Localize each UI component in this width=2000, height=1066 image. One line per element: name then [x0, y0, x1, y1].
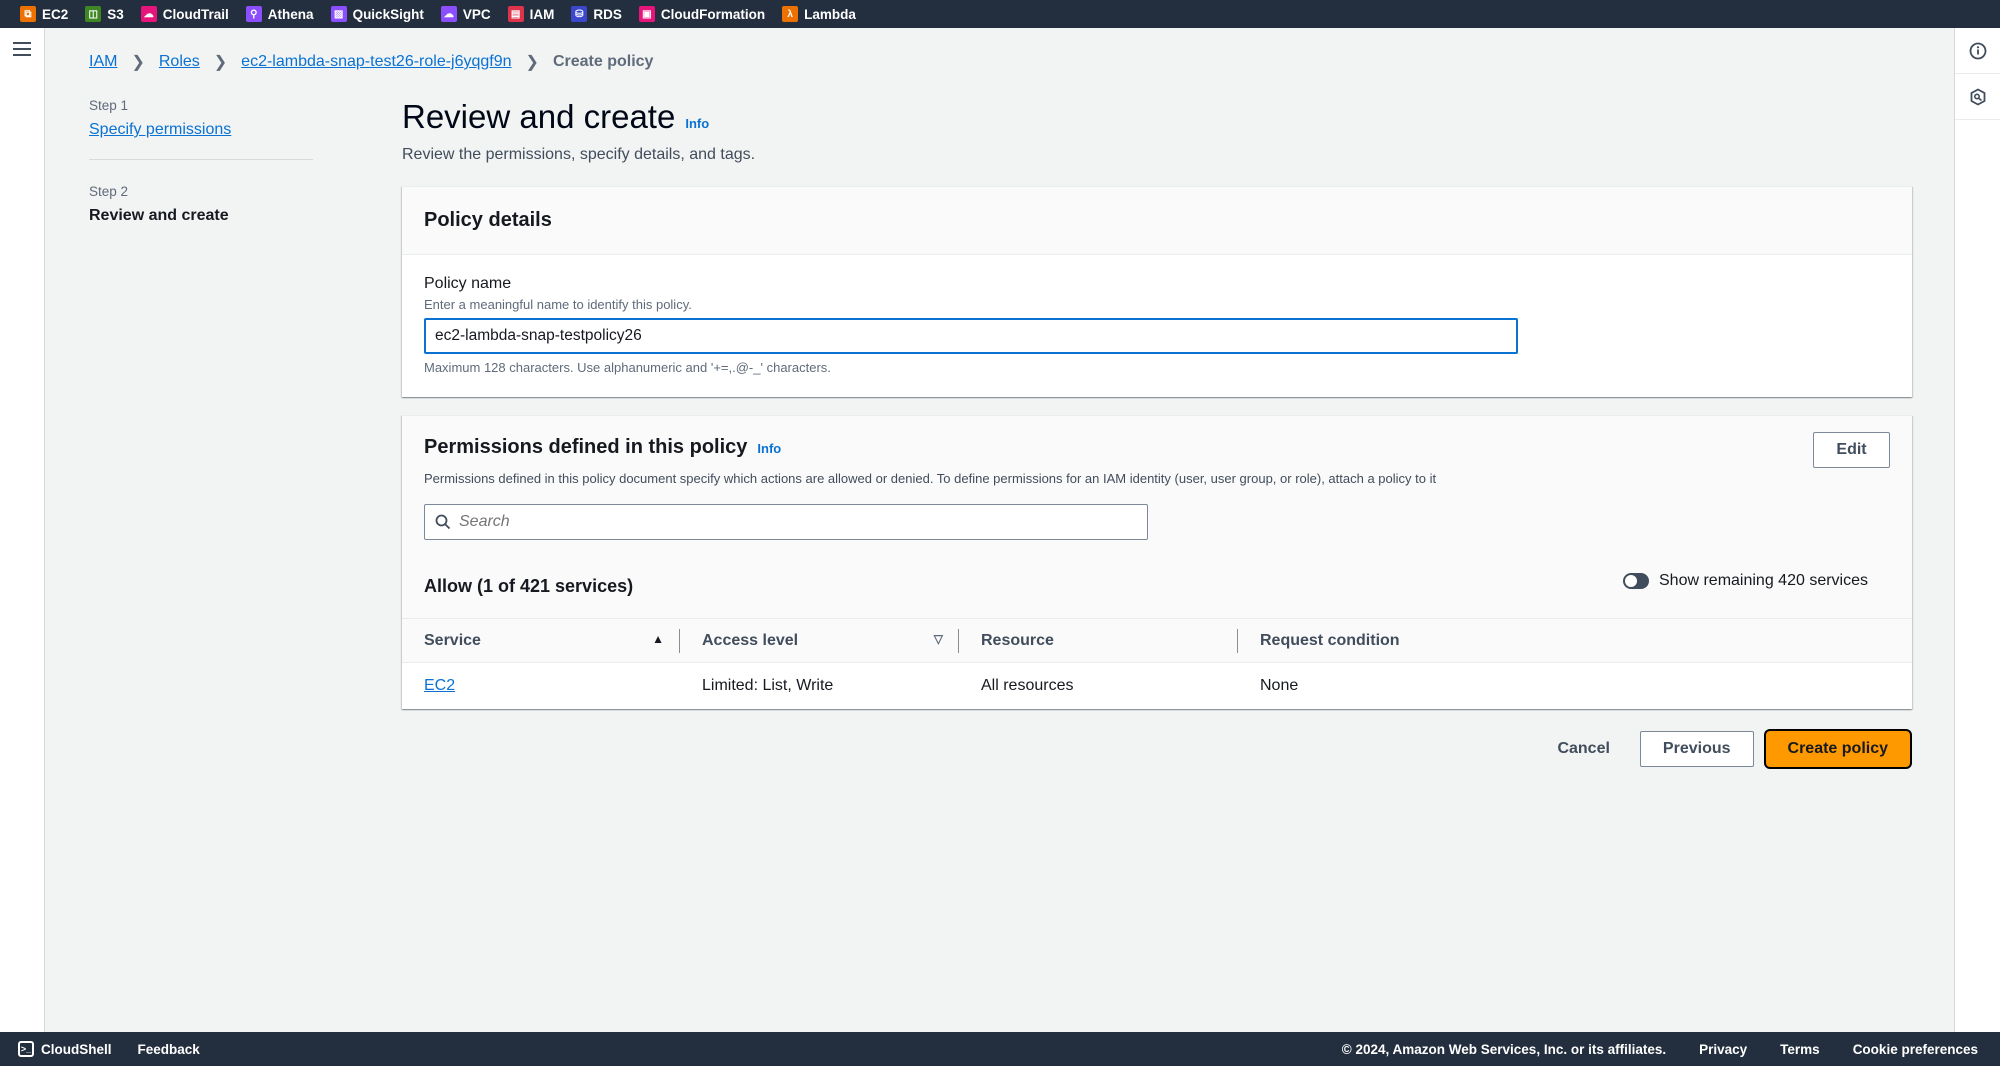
left-navigation-rail	[0, 28, 45, 1032]
step-2-current: Review and create	[89, 207, 229, 224]
info-icon	[1969, 42, 1987, 59]
iam-icon: ▤	[507, 6, 524, 22]
chevron-right-icon: ❯	[525, 54, 539, 71]
breadcrumb-iam[interactable]: IAM	[89, 53, 117, 71]
breadcrumb-roles[interactable]: Roles	[159, 53, 200, 71]
favorite-athena[interactable]: ⚲ Athena	[245, 6, 314, 22]
terms-link[interactable]: Terms	[1780, 1042, 1820, 1057]
breadcrumb-current: Create policy	[552, 53, 654, 70]
favorite-s3[interactable]: ◫ S3	[85, 6, 124, 22]
page-description: Review the permissions, specify details,…	[402, 146, 756, 163]
privacy-link[interactable]: Privacy	[1699, 1042, 1747, 1057]
allow-title: Allow (1 of 421 services)	[424, 575, 634, 596]
chevron-right-icon: ❯	[213, 54, 228, 71]
previous-button[interactable]: Previous	[1639, 730, 1754, 767]
sort-ascending-icon[interactable]: ▲	[652, 632, 664, 646]
permissions-info-link[interactable]: Info	[757, 441, 781, 456]
copyright: © 2024, Amazon Web Services, Inc. or its…	[1341, 1041, 1667, 1057]
wizard-steps: Step 1 Specify permissions Step 2 Review…	[89, 98, 313, 225]
rds-icon: ⛁	[571, 6, 588, 22]
ec2-icon: ⧉	[20, 6, 36, 22]
policy-name-label: Policy name	[424, 275, 512, 292]
cell-service: EC2	[402, 662, 680, 709]
favorite-iam[interactable]: ▤ IAM	[507, 6, 554, 22]
form-actions: Cancel Previous Create policy	[402, 728, 1912, 769]
policy-name-constraint: Maximum 128 characters. Use alphanumeric…	[424, 360, 831, 375]
right-tools-rail	[1954, 28, 2000, 1032]
favorite-cloudformation[interactable]: ▣ CloudFormation	[638, 6, 765, 22]
s3-icon: ◫	[85, 6, 102, 22]
favorite-vpc[interactable]: ☁ VPC	[440, 6, 491, 22]
favorite-lambda[interactable]: λ Lambda	[782, 6, 856, 22]
cloudformation-icon: ▣	[638, 6, 655, 22]
page-info-link[interactable]: Info	[685, 116, 709, 131]
cell-request-condition: None	[1238, 662, 1912, 709]
policy-name-input[interactable]	[424, 318, 1518, 354]
favorite-cloudtrail[interactable]: ☁ CloudTrail	[140, 6, 229, 22]
policy-name-description: Enter a meaningful name to identify this…	[424, 297, 692, 312]
show-remaining-label: Show remaining 420 services	[1659, 572, 1868, 589]
cloudshell-link[interactable]: CloudShell	[41, 1042, 112, 1057]
search-field[interactable]	[424, 504, 1148, 540]
policy-details-header: Policy details	[402, 187, 1912, 255]
info-panel-button[interactable]	[1955, 28, 2000, 74]
step-2-label: Step 2	[89, 184, 129, 199]
permissions-header: Permissions defined in this policy Info …	[402, 416, 1912, 540]
permissions-title: Permissions defined in this policy Info	[424, 436, 782, 458]
sort-unsorted-icon[interactable]: ▽	[934, 632, 943, 646]
policy-details-title: Policy details	[424, 209, 552, 231]
policy-details-body: Policy name Enter a meaningful name to i…	[402, 255, 1912, 397]
cookie-preferences-link[interactable]: Cookie preferences	[1853, 1042, 1978, 1057]
chevron-right-icon: ❯	[131, 54, 145, 71]
column-header-request-condition: Request condition	[1238, 618, 1912, 663]
favorites-bar: ⧉ EC2 ◫ S3 ☁ CloudTrail ⚲ Athena ▨ QuickSight…	[0, 0, 2000, 28]
cell-resource: All resources	[959, 662, 1238, 709]
feedback-link[interactable]: Feedback	[138, 1042, 200, 1057]
service-link-ec2[interactable]: EC2	[424, 677, 455, 694]
step-1-label: Step 1	[89, 98, 129, 113]
page-title: Review and create Info	[402, 98, 710, 135]
show-remaining-toggle[interactable]	[1623, 573, 1649, 589]
search-input[interactable]	[459, 513, 1119, 531]
show-remaining-toggle-wrap: Show remaining 420 services	[1623, 572, 1868, 590]
vpc-icon: ☁	[440, 6, 457, 22]
permissions-description: Permissions defined in this policy docum…	[424, 471, 1437, 486]
security-panel-button[interactable]	[1955, 74, 2000, 120]
column-header-access-level[interactable]: Access level ▽	[680, 618, 959, 663]
cancel-button[interactable]: Cancel	[1537, 731, 1629, 767]
cloudshell-icon: >_	[18, 1041, 34, 1057]
create-policy-button[interactable]: Create policy	[1763, 728, 1912, 769]
main-content: Review and create Info Review the permis…	[402, 98, 1912, 769]
table-row: EC2 Limited: List, Write All resources N…	[402, 662, 1912, 709]
favorite-rds[interactable]: ⛁ RDS	[571, 6, 622, 22]
permissions-card: Permissions defined in this policy Info …	[402, 415, 1912, 709]
quicksight-icon: ▨	[330, 6, 347, 22]
favorite-ec2[interactable]: ⧉ EC2	[20, 6, 68, 22]
column-header-resource: Resource	[959, 618, 1238, 663]
athena-icon: ⚲	[245, 6, 262, 22]
hexagon-key-icon	[1970, 87, 1986, 106]
menu-icon[interactable]	[13, 42, 31, 56]
lambda-icon: λ	[782, 6, 799, 22]
cloudtrail-icon: ☁	[140, 6, 157, 22]
footer: >_ CloudShell Feedback © 2024, Amazon We…	[0, 1032, 2000, 1066]
allow-row: Allow (1 of 421 services) Show remaining…	[402, 540, 1912, 600]
step-1-link[interactable]: Specify permissions	[89, 121, 231, 139]
breadcrumb-role[interactable]: ec2-lambda-snap-test26-role-j6yqgf9n	[241, 53, 511, 71]
breadcrumb: IAM ❯ Roles ❯ ec2-lambda-snap-test26-rol…	[89, 52, 653, 72]
cell-access-level: Limited: List, Write	[680, 662, 959, 709]
edit-button[interactable]: Edit	[1813, 432, 1890, 468]
permissions-table: Service ▲ Access level ▽ Resource Request …	[402, 618, 1912, 709]
column-header-service[interactable]: Service ▲	[402, 618, 680, 663]
favorite-quicksight[interactable]: ▨ QuickSight	[330, 6, 424, 22]
step-divider	[89, 159, 313, 160]
table-header-row: Service ▲ Access level ▽ Resource Request …	[402, 618, 1912, 663]
search-icon	[435, 514, 451, 530]
policy-details-card: Policy details Policy name Enter a meani…	[402, 186, 1912, 397]
